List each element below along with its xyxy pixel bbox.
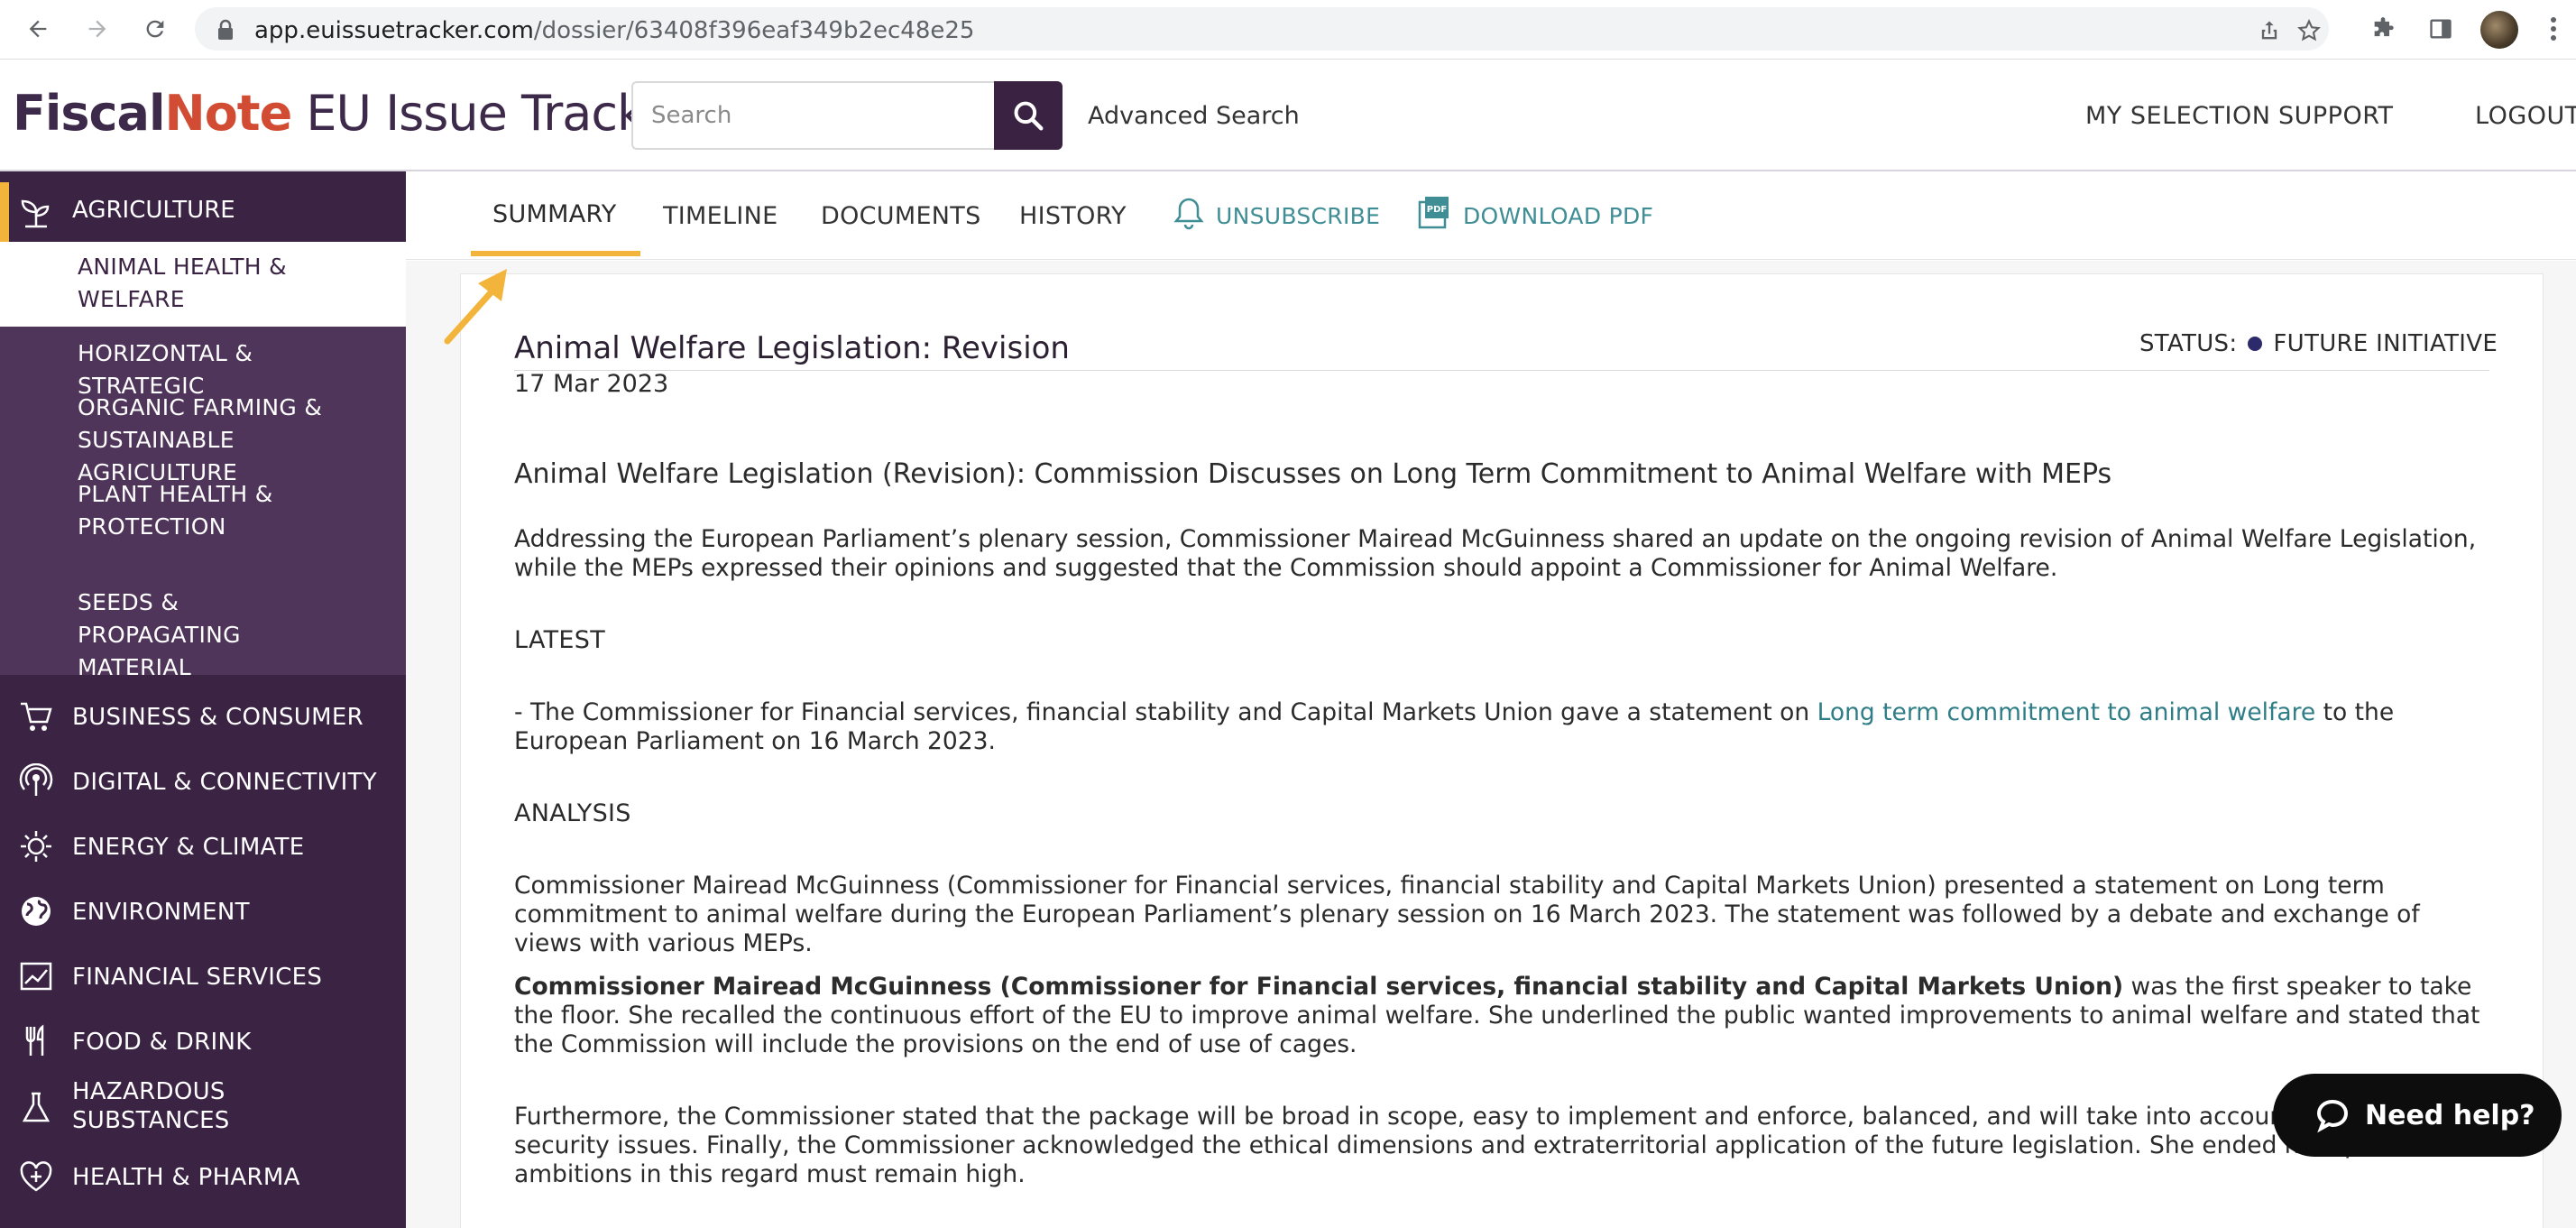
app-header: FiscalNote EU Issue Tracker Advanced Sea…	[0, 60, 2576, 171]
share-icon[interactable]	[2257, 18, 2282, 43]
sidebar-item-environment[interactable]: ENVIRONMENT	[0, 886, 406, 937]
bell-icon	[1171, 195, 1207, 231]
analysis-paragraph-1: Commissioner Mairead McGuinness (Commiss…	[514, 872, 2420, 957]
tab-history[interactable]: HISTORY	[1019, 202, 1127, 230]
latest-heading: LATEST	[514, 626, 606, 654]
sidebar-item-hazardous[interactable]: HAZARDOUS SUBSTANCES	[0, 1076, 406, 1140]
sidebar-item-agriculture[interactable]: AGRICULTURE	[0, 182, 406, 242]
sidebar-item-business[interactable]: BUSINESS & CONSUMER	[0, 691, 406, 742]
flask-icon	[16, 1088, 56, 1128]
search-icon	[1014, 101, 1044, 131]
sprout-icon	[16, 192, 56, 232]
profile-avatar[interactable]	[2480, 11, 2518, 49]
category-sidebar: AGRICULTURE ANIMAL HEALTH & WELFARE HORI…	[0, 171, 406, 1228]
svg-text:PDF: PDF	[1427, 205, 1447, 215]
tab-timeline[interactable]: TIMELINE	[663, 202, 777, 230]
back-icon[interactable]	[20, 11, 56, 47]
dossier-title: Animal Welfare Legislation: Revision	[514, 330, 1070, 366]
forward-icon[interactable]	[79, 11, 115, 47]
subcategory-seeds[interactable]: SEEDS & PROPAGATING MATERIAL	[78, 586, 348, 684]
sidebar-item-food[interactable]: FOOD & DRINK	[0, 1016, 406, 1066]
status-value: FUTURE INITIATIVE	[2273, 330, 2498, 357]
tab-summary[interactable]: SUMMARY	[492, 200, 617, 228]
subcategory-organic-farming[interactable]: ORGANIC FARMING & SUSTAINABLE AGRICULTUR…	[78, 392, 348, 489]
latest-paragraph: - The Commissioner for Financial service…	[514, 698, 2395, 755]
statement-link[interactable]: Long term commitment to animal welfare	[1817, 698, 2316, 726]
my-selection-link[interactable]: MY SELECTION	[2085, 102, 2270, 130]
pdf-icon: PDF	[1416, 195, 1452, 231]
sidebar-item-health[interactable]: HEALTH & PHARMA	[0, 1151, 406, 1202]
logout-link[interactable]: LOGOUT	[2475, 102, 2576, 130]
search-input[interactable]	[631, 81, 994, 150]
dossier-tabs: SUMMARY TIMELINE DOCUMENTS HISTORY UNSUB…	[406, 173, 2576, 260]
tab-documents[interactable]: DOCUMENTS	[821, 202, 981, 230]
search-button[interactable]	[994, 81, 1063, 150]
status-badge: STATUS: FUTURE INITIATIVE	[2139, 330, 2498, 357]
extensions-icon[interactable]	[2365, 11, 2401, 47]
side-panel-icon[interactable]	[2423, 11, 2459, 47]
globe-icon	[16, 891, 56, 931]
need-help-button[interactable]: Need help?	[2273, 1074, 2562, 1157]
title-divider	[514, 370, 2489, 371]
cart-icon	[16, 697, 56, 736]
summary-headline: Animal Welfare Legislation (Revision): C…	[514, 458, 2112, 490]
analysis-paragraph-2: Commissioner Mairead McGuinness (Commiss…	[514, 973, 2480, 1058]
bookmark-star-icon[interactable]	[2296, 18, 2322, 43]
dossier-date: 17 Mar 2023	[514, 370, 669, 398]
address-bar[interactable]: app.euissuetracker.com/dossier/63408f396…	[195, 7, 2329, 51]
download-pdf-button[interactable]: DOWNLOAD PDF	[1463, 203, 1653, 229]
sidebar-item-energy[interactable]: ENERGY & CLIMATE	[0, 821, 406, 872]
subcategory-animal-health[interactable]: ANIMAL HEALTH & WELFARE	[78, 251, 312, 316]
browser-toolbar: app.euissuetracker.com/dossier/63408f396…	[0, 0, 2576, 60]
status-label: STATUS:	[2139, 330, 2238, 357]
fork-knife-icon	[16, 1021, 56, 1061]
sun-gear-icon	[16, 826, 56, 866]
lock-icon	[216, 19, 235, 44]
agriculture-subcategories: ANIMAL HEALTH & WELFARE HORIZONTAL & STR…	[0, 242, 406, 680]
url-text: app.euissuetracker.com/dossier/63408f396…	[254, 17, 975, 44]
support-link[interactable]: SUPPORT	[2278, 102, 2394, 130]
status-dot-icon	[2248, 337, 2263, 351]
menu-kebab-icon[interactable]	[2549, 13, 2558, 45]
chart-trend-icon	[16, 956, 56, 996]
fiscalnote-logo[interactable]: FiscalNote EU Issue Tracker	[13, 85, 692, 142]
chat-bubble-icon	[2316, 1099, 2349, 1133]
analysis-heading: ANALYSIS	[514, 799, 631, 827]
sidebar-item-digital[interactable]: DIGITAL & CONNECTIVITY	[0, 756, 406, 807]
advanced-search-link[interactable]: Advanced Search	[1088, 102, 1300, 130]
reload-icon[interactable]	[137, 11, 173, 47]
analysis-paragraph-3: Furthermore, the Commissioner stated tha…	[514, 1103, 2417, 1188]
heart-plus-icon	[16, 1157, 56, 1196]
sidebar-item-financial[interactable]: FINANCIAL SERVICES	[0, 951, 406, 1002]
subcategory-plant-health[interactable]: PLANT HEALTH & PROTECTION	[78, 478, 312, 543]
broadcast-icon	[16, 762, 56, 801]
summary-intro: Addressing the European Parliament’s ple…	[514, 525, 2477, 582]
unsubscribe-button[interactable]: UNSUBSCRIBE	[1216, 203, 1380, 229]
